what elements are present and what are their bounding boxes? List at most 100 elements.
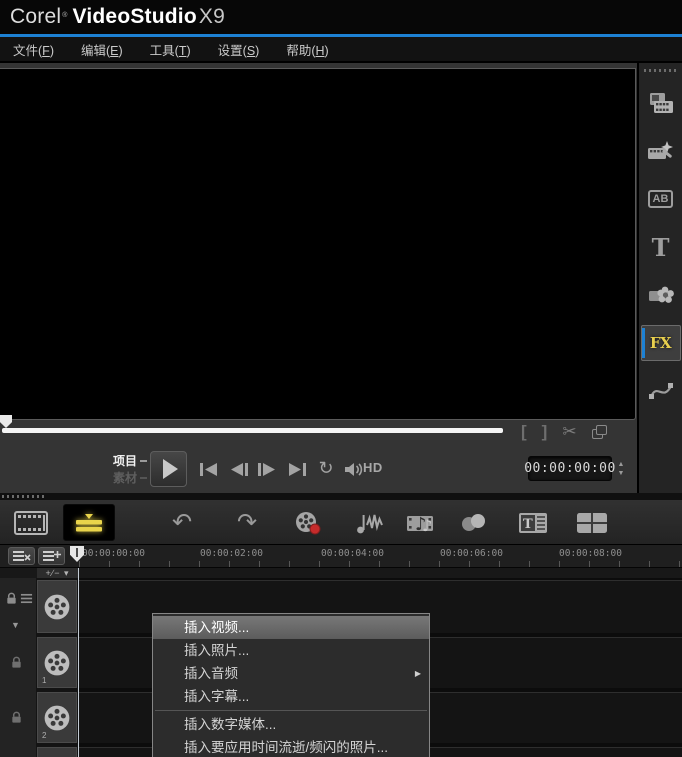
playhead-line[interactable] xyxy=(78,568,79,757)
spinner-up-icon[interactable]: ▲ xyxy=(618,460,625,469)
logo-corel: Corel xyxy=(10,5,62,28)
menu-item-insert-timelapse-photo[interactable]: 插入要应用时间流逝/频闪的照片... xyxy=(153,736,429,757)
multicam-editor-button[interactable] xyxy=(570,504,614,541)
trim-tools: [ ] ✂ xyxy=(521,418,633,446)
media-category-button[interactable] xyxy=(642,79,680,127)
title-category-button[interactable]: T xyxy=(642,223,680,271)
scrubber-handle[interactable] xyxy=(0,415,12,428)
transport-bar: 项目 素材 ↻ HD 00:00:00:00 ▲ ▼ xyxy=(0,450,637,493)
overlay2-lock-button[interactable] xyxy=(10,711,23,724)
filter-fx-icon: FX xyxy=(649,334,672,352)
video-track-header[interactable] xyxy=(37,580,77,633)
timecode-spinner[interactable]: ▲ ▼ xyxy=(614,456,628,481)
scrubber-bar[interactable] xyxy=(2,428,503,433)
titlebar: Corel ® VideoStudio X9 xyxy=(0,0,682,34)
title-icon: T xyxy=(651,232,670,262)
overlay-track-2-header[interactable]: 2 xyxy=(37,692,77,743)
go-to-start-button[interactable] xyxy=(196,459,222,479)
transition-category-button[interactable]: AB xyxy=(642,175,680,223)
undo-icon: ↶ xyxy=(171,509,193,536)
next-frame-button[interactable] xyxy=(254,459,280,479)
transition-icon: AB xyxy=(647,190,674,208)
go-to-end-icon xyxy=(289,462,306,476)
overlay-track-3-header[interactable] xyxy=(37,747,77,757)
ruler-label-2: 00:00:04:00 xyxy=(321,548,384,559)
record-capture-icon xyxy=(296,511,321,534)
split-clip-icon[interactable]: ✂ xyxy=(562,422,576,442)
track-options-rail: ▼ xyxy=(0,578,36,757)
film-reel-icon xyxy=(44,705,70,730)
instant-project-icon xyxy=(647,141,673,159)
collapse-rail-icon[interactable]: ▼ xyxy=(11,620,20,630)
storyboard-view-button[interactable] xyxy=(9,504,53,541)
sound-mixer-button[interactable] xyxy=(348,504,392,541)
record-capture-button[interactable] xyxy=(286,504,330,541)
video-track-options[interactable] xyxy=(5,592,33,605)
redo-button[interactable]: ↷ xyxy=(225,504,269,541)
overlay1-lock-button[interactable] xyxy=(10,656,23,669)
redo-icon: ↷ xyxy=(236,509,258,536)
menu-settings[interactable]: 设置(S) xyxy=(218,40,260,59)
go-to-end-button[interactable] xyxy=(284,459,310,479)
menu-item-insert-subtitle[interactable]: 插入字幕... xyxy=(153,685,429,708)
track-list-icon xyxy=(20,593,33,604)
submenu-arrow-icon: ▶ xyxy=(414,669,421,678)
registered-mark: ® xyxy=(62,12,68,19)
subtitle-editor-button[interactable]: T xyxy=(511,504,555,541)
track-number: 1 xyxy=(42,676,47,685)
timeline-view-button[interactable] xyxy=(63,504,115,541)
lock-icon xyxy=(12,711,21,723)
play-button[interactable] xyxy=(150,451,187,487)
previous-frame-icon xyxy=(231,462,248,476)
speaker-icon xyxy=(344,462,362,476)
menu-item-insert-audio[interactable]: 插入音频 ▶ xyxy=(153,662,429,685)
source-switch: 项目 素材 xyxy=(105,452,147,486)
timecode-display[interactable]: 00:00:00:00 xyxy=(524,456,615,481)
hd-toggle[interactable]: HD xyxy=(363,460,383,475)
undo-button[interactable]: ↶ xyxy=(160,504,204,541)
timeline-view-icon xyxy=(76,513,102,531)
motion-tracking-button[interactable] xyxy=(452,504,496,541)
menu-item-insert-video[interactable]: 插入视频... xyxy=(153,616,429,639)
graphic-category-button[interactable] xyxy=(642,271,680,319)
track-motion-category-button[interactable] xyxy=(642,367,680,415)
menu-item-insert-digital-media[interactable]: 插入数字媒体... xyxy=(153,713,429,736)
next-frame-icon xyxy=(258,462,275,476)
insert-context-menu: 插入视频... 插入照片... 插入音频 ▶ 插入字幕... 插入数字媒体... … xyxy=(152,613,430,757)
menu-separator xyxy=(155,710,427,711)
instant-project-category-button[interactable] xyxy=(642,127,680,175)
menu-file[interactable]: 文件(F) xyxy=(13,40,54,59)
panel-splitter[interactable] xyxy=(0,493,682,500)
lock-icon xyxy=(7,592,16,604)
menu-edit[interactable]: 编辑(E) xyxy=(81,40,123,59)
repeat-button[interactable]: ↻ xyxy=(313,458,339,479)
preview-monitor xyxy=(0,68,636,420)
mark-in-button[interactable]: [ xyxy=(521,422,527,442)
clip-mode[interactable]: 素材 xyxy=(105,469,147,486)
storyboard-view-icon xyxy=(14,510,48,535)
library-navigation-panel: AB T FX xyxy=(637,63,682,493)
multicam-editor-icon xyxy=(577,512,607,533)
previous-frame-button[interactable] xyxy=(226,459,252,479)
logo-version: X9 xyxy=(198,5,225,28)
menu-tools[interactable]: 工具(T) xyxy=(150,40,191,59)
panel-drag-handle[interactable] xyxy=(644,69,677,72)
auto-music-button[interactable]: ♪ ♪ xyxy=(400,504,444,541)
mark-out-button[interactable]: ] xyxy=(542,422,548,442)
splitter-drag-handle[interactable] xyxy=(2,495,44,498)
ruler-label-0: 00:00:00:00 xyxy=(82,548,145,559)
lock-icon xyxy=(12,656,21,668)
overlay-track-1-header[interactable]: 1 xyxy=(37,637,77,688)
spinner-down-icon[interactable]: ▼ xyxy=(618,469,625,478)
playhead-flag[interactable] xyxy=(70,546,84,562)
project-mode[interactable]: 项目 xyxy=(105,452,147,469)
menu-help[interactable]: 帮助(H) xyxy=(286,40,328,59)
filter-category-button[interactable]: FX xyxy=(640,325,681,361)
add-track-button[interactable] xyxy=(38,547,65,565)
enlarge-preview-icon[interactable] xyxy=(591,425,607,439)
ruler-label-1: 00:00:02:00 xyxy=(200,548,263,559)
menu-item-insert-photo[interactable]: 插入照片... xyxy=(153,639,429,662)
track-manager-button[interactable] xyxy=(8,547,35,565)
player-panel: [ ] ✂ 项目 素材 ↻ HD 00:00:00:00 ▲ ▼ xyxy=(0,63,637,493)
timeline-ruler[interactable]: 00:00:00:00 00:00:02:00 00:00:04:00 00:0… xyxy=(0,545,682,568)
